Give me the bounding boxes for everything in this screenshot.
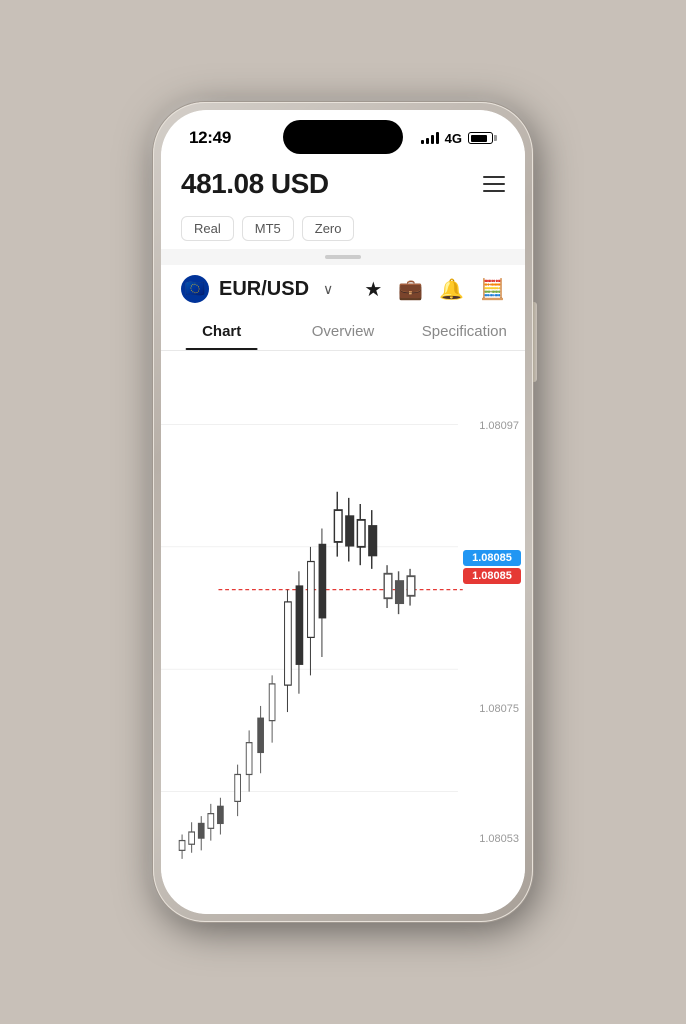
battery-fill xyxy=(471,135,487,142)
network-type: 4G xyxy=(445,131,462,146)
price-label-2: 1.08085 1.08085 xyxy=(460,550,525,584)
status-icons: 4G xyxy=(421,131,497,146)
tab-overview[interactable]: Overview xyxy=(282,313,403,350)
drag-handle xyxy=(161,249,525,265)
tab-chart[interactable]: Chart xyxy=(161,313,282,350)
status-time: 12:49 xyxy=(189,128,231,148)
signal-bar-1 xyxy=(421,140,424,144)
price-label-4: 1.08053 xyxy=(460,833,525,845)
chart-area[interactable]: 1.08097 1.08085 1.08085 1.08075 1.08053 xyxy=(161,351,525,914)
phone-device: 12:49 4G xyxy=(153,102,533,922)
favorite-icon[interactable]: ★ xyxy=(364,277,382,302)
signal-bar-3 xyxy=(431,135,434,144)
signal-bar-4 xyxy=(436,132,439,144)
drag-handle-bar xyxy=(325,255,361,259)
tab-specification[interactable]: Specification xyxy=(404,313,525,350)
instrument-row: 🇪🇺 EUR/USD ∨ ★ 💼 🔔 🧮 xyxy=(161,265,525,313)
eur-flag-icon: 🇪🇺 xyxy=(181,275,209,303)
trade-icon[interactable]: 💼 xyxy=(398,277,423,302)
hamburger-line-1 xyxy=(483,176,505,178)
header-section: 481.08 USD xyxy=(161,160,525,212)
account-tags: Real MT5 Zero xyxy=(161,212,525,249)
calculator-icon[interactable]: 🧮 xyxy=(480,277,505,302)
ask-badge: 1.08085 xyxy=(463,550,521,566)
bid-badge: 1.08085 xyxy=(463,568,521,584)
hamburger-line-2 xyxy=(483,183,505,185)
phone-screen: 12:49 4G xyxy=(161,110,525,914)
instrument-name: EUR/USD xyxy=(219,278,309,301)
tag-zero[interactable]: Zero xyxy=(302,216,355,241)
tabs-row: Chart Overview Specification xyxy=(161,313,525,351)
instrument-chevron-icon[interactable]: ∨ xyxy=(323,281,333,298)
price-labels: 1.08097 1.08085 1.08085 1.08075 1.08053 xyxy=(460,351,525,914)
status-bar: 12:49 4G xyxy=(161,110,525,160)
balance-amount: 481.08 USD xyxy=(181,168,329,200)
dynamic-island xyxy=(283,120,403,154)
signal-bars xyxy=(421,132,439,144)
hamburger-menu[interactable] xyxy=(483,176,505,192)
price-label-1: 1.08097 xyxy=(460,420,525,432)
instrument-actions: ★ 💼 🔔 🧮 xyxy=(364,277,505,302)
price-label-3: 1.08075 xyxy=(460,703,525,715)
tag-real[interactable]: Real xyxy=(181,216,234,241)
battery-body xyxy=(468,132,493,144)
hamburger-line-3 xyxy=(483,190,505,192)
phone-inner: 12:49 4G xyxy=(161,110,525,914)
battery-tip xyxy=(494,135,497,141)
instrument-left: 🇪🇺 EUR/USD ∨ xyxy=(181,275,333,303)
tag-mt5[interactable]: MT5 xyxy=(242,216,294,241)
signal-bar-2 xyxy=(426,138,429,144)
alert-icon[interactable]: 🔔 xyxy=(439,277,464,302)
battery-icon xyxy=(468,132,497,144)
